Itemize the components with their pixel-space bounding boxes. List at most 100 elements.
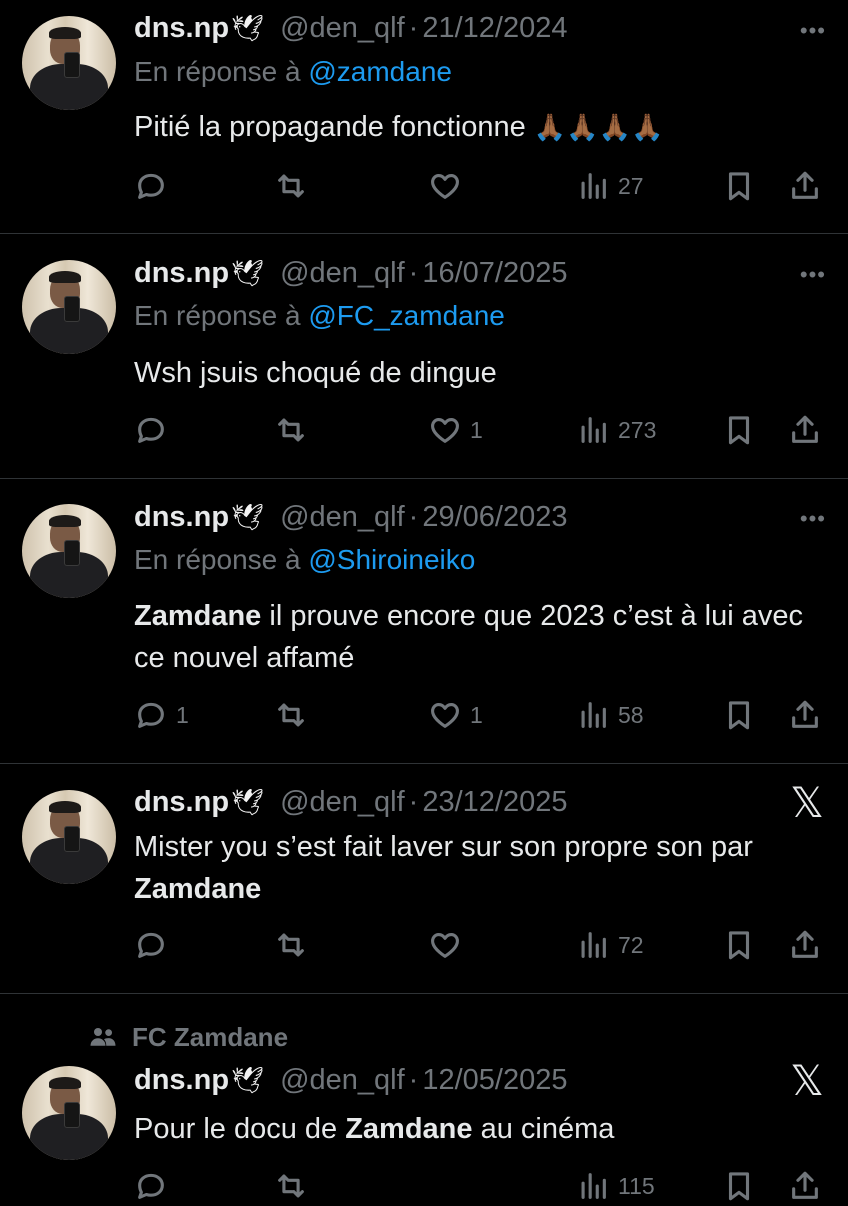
- avatar[interactable]: [22, 260, 116, 354]
- like-button[interactable]: 1: [428, 410, 483, 450]
- reply-prefix: En réponse à: [134, 56, 301, 87]
- separator-dot: ·: [408, 11, 419, 44]
- bookmark-icon: [728, 931, 750, 960]
- like-button[interactable]: [428, 925, 470, 965]
- tweet-date[interactable]: 21/12/2024: [422, 12, 567, 45]
- retweet-icon: [278, 703, 304, 727]
- views-chart-icon: [581, 702, 606, 728]
- avatar[interactable]: [22, 504, 116, 598]
- divider: [0, 478, 848, 479]
- retweet-icon: [278, 418, 304, 442]
- views-chart-icon: [581, 932, 606, 958]
- comment-icon: [138, 417, 164, 443]
- reply-prefix: En réponse à: [134, 544, 301, 575]
- community-context[interactable]: FC Zamdane: [88, 1020, 288, 1054]
- share-button[interactable]: [788, 166, 822, 206]
- share-icon: [792, 1171, 818, 1199]
- retweet-icon: [278, 1174, 304, 1198]
- share-button[interactable]: [788, 410, 822, 450]
- reply-context: En réponse à @FC_zamdane: [134, 300, 505, 332]
- bookmark-button[interactable]: [722, 695, 756, 735]
- reply-button[interactable]: 1: [134, 695, 189, 735]
- user-handle[interactable]: @den_qlf: [280, 1064, 405, 1097]
- separator-dot: ·: [408, 256, 419, 289]
- reply-button[interactable]: [134, 166, 176, 206]
- tweet-text: Zamdane il prouve encore que 2023 c’est …: [134, 600, 803, 674]
- views-button[interactable]: 72: [576, 925, 644, 965]
- share-icon: [792, 171, 818, 199]
- reply-prefix: En réponse à: [134, 300, 301, 331]
- avatar[interactable]: [22, 1066, 116, 1160]
- views-button[interactable]: 115: [576, 1166, 655, 1206]
- retweet-icon: [278, 933, 304, 957]
- action-bar: 1 1 58: [134, 695, 828, 735]
- views-button[interactable]: 58: [576, 695, 644, 735]
- like-button[interactable]: [428, 166, 470, 206]
- bookmark-button[interactable]: [722, 925, 756, 965]
- retweet-button[interactable]: [274, 1166, 308, 1206]
- tweet-header: dns.np 🕊 @den_qlf · 16/07/2025: [134, 253, 567, 293]
- avatar[interactable]: [22, 16, 116, 110]
- share-button[interactable]: [788, 925, 822, 965]
- user-handle[interactable]: @den_qlf: [280, 12, 405, 45]
- tweet-date[interactable]: 16/07/2025: [422, 257, 567, 290]
- retweet-button[interactable]: [274, 410, 308, 450]
- bookmark-icon: [728, 701, 750, 730]
- retweet-button[interactable]: [274, 925, 308, 965]
- reply-mention-link[interactable]: @Shiroineiko: [308, 544, 475, 575]
- share-button[interactable]: [788, 1166, 822, 1206]
- bookmark-button[interactable]: [722, 410, 756, 450]
- tweet-text: Wsh jsuis choqué de dingue: [134, 357, 497, 389]
- mention-bold: Zamdane: [134, 600, 262, 632]
- views-chart-icon: [581, 417, 606, 443]
- tweet-date[interactable]: 12/05/2025: [422, 1064, 567, 1097]
- display-name[interactable]: dns.np: [134, 786, 229, 819]
- more-options-icon[interactable]: •••: [800, 506, 826, 532]
- user-handle[interactable]: @den_qlf: [280, 501, 405, 534]
- display-name[interactable]: dns.np: [134, 12, 229, 45]
- community-name: FC Zamdane: [132, 1021, 289, 1052]
- action-bar: 72: [134, 925, 828, 965]
- tweet-date[interactable]: 23/12/2025: [422, 786, 567, 819]
- reply-context: En réponse à @zamdane: [134, 56, 452, 88]
- user-handle[interactable]: @den_qlf: [280, 257, 405, 290]
- avatar[interactable]: [22, 790, 116, 884]
- like-button[interactable]: 1: [428, 695, 483, 735]
- praying-hands-emoji: 🙏🏾🙏🏾🙏🏾🙏🏾: [533, 112, 664, 142]
- action-bar: 115: [134, 1166, 828, 1206]
- display-name[interactable]: dns.np: [134, 501, 229, 534]
- tweet-text: Mister you s’est fait laver sur son prop…: [134, 831, 753, 905]
- action-bar: 1 273: [134, 410, 828, 450]
- reply-mention-link[interactable]: @FC_zamdane: [308, 300, 505, 331]
- reply-mention-link[interactable]: @zamdane: [308, 56, 452, 87]
- bookmark-button[interactable]: [722, 1166, 756, 1206]
- tweet-header: dns.np 🕊 @den_qlf · 23/12/2025: [134, 782, 567, 822]
- share-icon: [792, 930, 818, 958]
- more-options-icon[interactable]: •••: [800, 18, 826, 44]
- more-options-icon[interactable]: •••: [800, 262, 826, 288]
- user-handle[interactable]: @den_qlf: [280, 786, 405, 819]
- retweet-button[interactable]: [274, 695, 308, 735]
- share-button[interactable]: [788, 695, 822, 735]
- reply-button[interactable]: [134, 925, 176, 965]
- bookmark-icon: [728, 172, 750, 201]
- comment-icon: [138, 702, 164, 728]
- dove-icon: 🕊: [231, 12, 265, 43]
- retweet-button[interactable]: [274, 166, 308, 206]
- views-chart-icon: [581, 1173, 606, 1199]
- separator-dot: ·: [408, 785, 419, 818]
- bookmark-button[interactable]: [722, 166, 756, 206]
- views-button[interactable]: 27: [576, 166, 644, 206]
- tweet-header: dns.np 🕊 @den_qlf · 29/06/2023: [134, 497, 567, 537]
- tweet-date[interactable]: 29/06/2023: [422, 501, 567, 534]
- reply-button[interactable]: [134, 410, 176, 450]
- reply-button[interactable]: [134, 1166, 168, 1206]
- views-button[interactable]: 273: [576, 410, 656, 450]
- display-name[interactable]: dns.np: [134, 257, 229, 290]
- display-name[interactable]: dns.np: [134, 1064, 229, 1097]
- divider: [0, 763, 848, 764]
- tweet-text: Pitié la propagande fonctionne 🙏🏾🙏🏾🙏🏾🙏🏾: [134, 111, 664, 143]
- comment-icon: [138, 1173, 164, 1199]
- action-bar: 27: [134, 166, 828, 206]
- mention-bold: Zamdane: [345, 1113, 473, 1145]
